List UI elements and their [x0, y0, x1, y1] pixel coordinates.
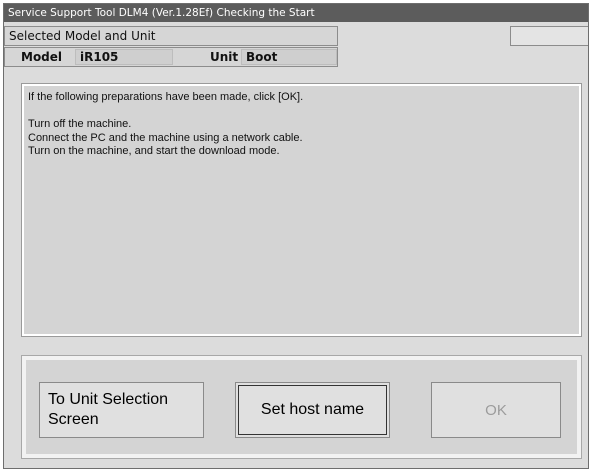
model-label: Model [21, 50, 63, 64]
to-unit-selection-label-line1: To Unit Selection [48, 391, 169, 408]
unit-label: Unit [210, 50, 239, 64]
instruction-line: Connect the PC and the machine using a n… [28, 131, 303, 144]
to-unit-selection-button[interactable]: To Unit Selection Screen [39, 382, 204, 438]
instruction-line: Turn on the machine, and start the downl… [28, 145, 280, 157]
to-unit-selection-label-line2: Screen [48, 411, 99, 428]
model-value: iR105 [75, 49, 173, 65]
model-unit-row: Model iR105 Unit Boot [4, 47, 338, 67]
selected-model-unit-header: Selected Model and Unit [4, 26, 338, 46]
window-title: Service Support Tool DLM4 (Ver.1.28Ef) C… [4, 4, 588, 22]
instruction-message-box: If the following preparations have been … [21, 83, 582, 337]
status-field [510, 26, 588, 46]
unit-value: Boot [241, 49, 337, 65]
instruction-line: If the following preparations have been … [28, 91, 304, 103]
ok-button[interactable]: OK [431, 382, 561, 438]
dialog-window: Service Support Tool DLM4 (Ver.1.28Ef) C… [3, 3, 589, 469]
set-host-name-button[interactable]: Set host name [235, 382, 390, 438]
instruction-line: Turn off the machine. [28, 118, 132, 130]
button-panel: To Unit Selection Screen Set host name O… [21, 355, 582, 459]
